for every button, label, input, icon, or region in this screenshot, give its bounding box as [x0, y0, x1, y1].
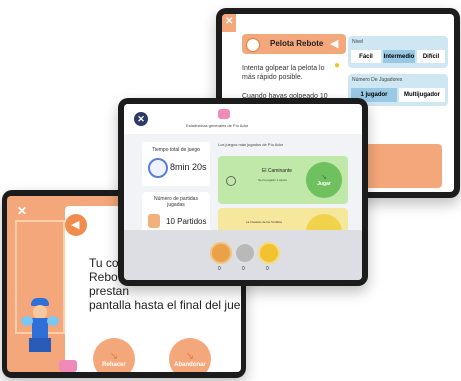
message-line-3: prestan: [89, 284, 130, 298]
speaker-icon[interactable]: ◀: [330, 37, 338, 50]
level-easy-button[interactable]: Fácil: [351, 50, 381, 63]
game1-name: El Caminante: [262, 168, 293, 174]
speaker-icon: ◀: [71, 219, 80, 231]
compass-icon: [226, 176, 236, 186]
level-panel: Nivel Fácil Intermedio Difícil: [348, 36, 448, 68]
matches-label: Número de partidas jugadas: [154, 196, 198, 208]
game-title-bar: Pelota Rebote ◀: [242, 34, 346, 54]
total-time-value: 8min 20s: [170, 162, 207, 172]
bronze-count: 0: [218, 266, 221, 272]
bronze-medal-icon: [210, 242, 232, 264]
matches-value: 10 Partidos: [166, 217, 207, 226]
gold-medal-icon: [258, 242, 280, 264]
play-button[interactable]: ↘ Jugar: [306, 162, 342, 198]
close-icon: ✕: [225, 16, 234, 27]
medals-bar: 0 0 0: [124, 230, 362, 280]
level-medium-button[interactable]: Intermedio: [383, 50, 415, 63]
instructions-1: Intenta golpear la pelota lo más rápido …: [242, 65, 325, 81]
cheerleader-illustration: [21, 298, 61, 364]
stats-header-title: Estadísticas generales de Pío Ador: [186, 123, 249, 128]
back-close-tab[interactable]: ✕: [222, 14, 236, 32]
game1-card: El Caminante Se ha jugado 1 veces ↘ Juga…: [218, 156, 348, 204]
avatar: [218, 109, 230, 119]
arrow-icon: ↘: [321, 174, 327, 181]
close-icon[interactable]: ✕: [17, 204, 27, 218]
clock-icon: [148, 158, 168, 178]
arrow-icon: ↘: [185, 350, 195, 362]
total-time-label: Tiempo total de juego: [152, 147, 200, 153]
player-icon: [148, 214, 160, 228]
players-label: Número De Jugadores: [352, 77, 403, 83]
quit-button[interactable]: ↘ Abandonar: [169, 338, 211, 372]
boombox-icon: [59, 360, 77, 372]
gold-count: 0: [266, 266, 269, 272]
close-icon: ✕: [137, 113, 145, 124]
multiplayer-button[interactable]: Multijugador: [399, 88, 445, 102]
level-label: Nivel: [352, 39, 364, 45]
arrow-icon: ↘: [109, 350, 119, 362]
middle-tablet: ✕ Estadísticas generales de Pío Ador Tie…: [118, 98, 368, 286]
close-button[interactable]: ✕: [134, 112, 148, 126]
silver-count: 0: [242, 266, 245, 272]
silver-medal-icon: [234, 242, 256, 264]
message-line-4: pantalla hasta el final del juego.: [89, 298, 241, 312]
game-logo-icon: [246, 38, 260, 52]
game2-card: La Invasión de los Tordillos: [218, 208, 348, 232]
redo-button[interactable]: ↘ Rehacer: [93, 338, 135, 372]
middle-tablet-screen: ✕ Estadísticas generales de Pío Ador Tie…: [124, 104, 362, 280]
game-title: Pelota Rebote: [270, 39, 324, 48]
game2-name: La Invasión de los Tordillos: [246, 220, 282, 224]
stats-header: ✕ Estadísticas generales de Pío Ador: [124, 104, 362, 134]
total-time-card: Tiempo total de juego 8min 20s: [142, 142, 210, 186]
most-played-label: Los juegos más jugados de Pío Ador: [218, 142, 284, 147]
speaker-button[interactable]: ◀: [65, 214, 87, 236]
level-hard-button[interactable]: Difícil: [417, 50, 445, 63]
ball-icon: ●: [334, 60, 341, 71]
game1-subtitle: Se ha jugado 1 veces: [258, 178, 287, 182]
